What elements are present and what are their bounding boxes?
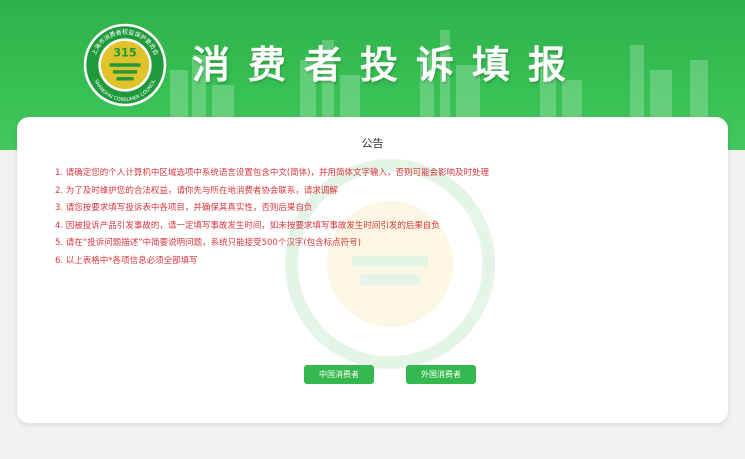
foreign-consumer-button[interactable]: 外国消费者 bbox=[406, 365, 476, 384]
page-title: 消费者投诉填报 bbox=[192, 42, 585, 87]
notice-item: 5. 请在“投诉问题描述”中简要说明问题，系统只能接受500个汉字(包含标点符号… bbox=[55, 238, 361, 249]
notice-item: 6. 以上表格中*各项信息必须全部填写 bbox=[55, 255, 198, 266]
notice-item: 1. 请确定您的个人计算机中区域选项中系统语言设置包含中文(简体)，并用简体文字… bbox=[55, 168, 489, 178]
notice-card: 公告 1. 请确定您的个人计算机中区域选项中系统语言设置包含中文(简体)，并用简… bbox=[17, 117, 728, 423]
notice-item: 3. 请您按要求填写投诉表中各项目，并确保其真实性，否则后果自负 bbox=[55, 203, 313, 214]
svg-text:315: 315 bbox=[113, 46, 136, 59]
notice-item: 2. 为了及时维护您的合法权益，请你先与所在地消费者协会联系，请求调解 bbox=[55, 185, 338, 196]
notice-list: 1. 请确定您的个人计算机中区域选项中系统语言设置包含中文(简体)，并用简体文字… bbox=[55, 165, 489, 271]
notice-title: 公告 bbox=[361, 137, 384, 150]
notice-item: 4. 因被投诉产品引发事故的，请一定填写事故发生时间，如未按要求填写事故发生时间… bbox=[55, 220, 440, 231]
chinese-consumer-button[interactable]: 中国消费者 bbox=[304, 365, 374, 384]
ssc-emblem-logo-icon: 上海市消费者权益保护委员会 SHANGHAI CONSUMER COUNCIL … bbox=[83, 23, 167, 107]
